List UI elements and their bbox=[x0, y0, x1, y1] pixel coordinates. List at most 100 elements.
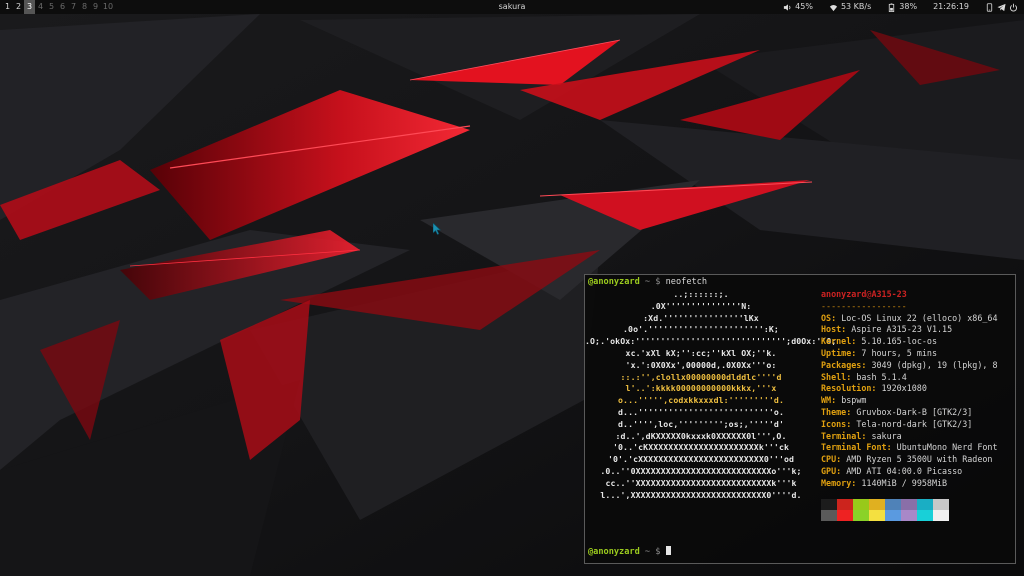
info-value: 7 hours, 5 mins bbox=[861, 348, 937, 358]
info-colon: : bbox=[831, 312, 842, 323]
info-row: Resolution: 1920x1080 bbox=[821, 383, 927, 393]
volume-icon[interactable] bbox=[783, 3, 792, 12]
info-key: Uptime bbox=[821, 348, 852, 358]
workspace-10[interactable]: 10 bbox=[101, 0, 115, 14]
header-user: anonyzard bbox=[821, 289, 867, 299]
info-value: AMD ATI 04:00.0 Picasso bbox=[846, 466, 963, 476]
palette-swatch bbox=[853, 499, 869, 510]
info-row: OS: Loc-OS Linux 22 (elloco) x86_64 bbox=[821, 313, 998, 323]
system-tray: 45% 53 KB/s 38% 21:26:19 bbox=[783, 0, 1018, 14]
info-row: Icons: Tela-nord-dark [GTK2/3] bbox=[821, 419, 972, 429]
palette-swatch bbox=[885, 499, 901, 510]
info-colon: : bbox=[851, 477, 862, 488]
network-speed: 53 KB/s bbox=[840, 2, 872, 11]
battery-icon[interactable] bbox=[887, 2, 896, 12]
info-key: Host bbox=[821, 324, 842, 335]
prompt-user: @anonyzard bbox=[588, 547, 640, 557]
workspace-3[interactable]: 3 bbox=[24, 0, 35, 14]
palette-swatch bbox=[869, 499, 885, 510]
info-key: OS bbox=[821, 312, 832, 323]
info-row: CPU: AMD Ryzen 5 3500U with Radeon bbox=[821, 454, 992, 464]
info-key: Shell bbox=[821, 371, 847, 382]
info-key: Terminal bbox=[821, 430, 862, 441]
info-colon: : bbox=[846, 371, 857, 382]
info-value: sakura bbox=[871, 430, 902, 441]
info-value: Tela-nord-dark [GTK2/3] bbox=[856, 418, 973, 429]
workspace-7[interactable]: 7 bbox=[68, 0, 79, 14]
palette-swatch bbox=[917, 499, 933, 510]
active-prompt-line[interactable]: @anonyzard ~ $ bbox=[588, 546, 671, 557]
ascii-logo-line: ::.:'',clollx00000000dlddlc''''d bbox=[620, 371, 782, 382]
info-colon: : bbox=[851, 348, 862, 358]
palette-swatch bbox=[917, 510, 933, 521]
palette-swatch bbox=[901, 510, 917, 521]
ascii-logo-line: .O;.'okOx:''''''''''''''''''''''''''''''… bbox=[585, 336, 837, 347]
info-colon: : bbox=[871, 383, 882, 394]
palette-swatch bbox=[885, 510, 901, 521]
palette-swatch bbox=[837, 499, 853, 510]
info-colon: : bbox=[886, 442, 897, 453]
workspace-6[interactable]: 6 bbox=[57, 0, 68, 14]
info-value: 5.10.165-loc-os bbox=[861, 336, 937, 347]
info-header: anonyzard@A315-23 bbox=[821, 289, 907, 299]
ascii-logo-line: :Xd.''''''''''''''''lKx bbox=[643, 312, 759, 323]
workspace-5[interactable]: 5 bbox=[46, 0, 57, 14]
telegram-icon[interactable] bbox=[997, 3, 1006, 12]
info-colon: : bbox=[861, 359, 872, 370]
ascii-logo-line: :d..',dKXXXXX0kxxxk0XXXXXX0l''',O. bbox=[615, 430, 787, 441]
ascii-logo-line: .0..''0XXXXXXXXXXXXXXXXXXXXXXXXXXXo'''k; bbox=[600, 466, 802, 476]
phone-icon[interactable] bbox=[985, 2, 994, 12]
info-value: 3049 (dpkg), 19 (lpkg), 8 bbox=[871, 359, 998, 370]
info-key: Memory bbox=[821, 477, 852, 488]
info-value: bspwm bbox=[841, 395, 867, 406]
info-value: bash 5.1.4 bbox=[856, 371, 907, 382]
prompt-path: ~ $ bbox=[639, 547, 666, 557]
info-row: Memory: 1140MiB / 9958MiB bbox=[821, 478, 947, 488]
info-key: Icons bbox=[821, 418, 847, 429]
ascii-logo-line: '0..'cKXXXXXXXXXXXXXXXXXXXXXXk'''ck bbox=[612, 442, 790, 453]
palette-swatch bbox=[901, 499, 917, 510]
ascii-logo-line: d..'''',loc,''''''''';os;,'''''d' bbox=[618, 418, 784, 429]
volume-level: 45% bbox=[795, 2, 813, 11]
workspace-4[interactable]: 4 bbox=[35, 0, 46, 14]
ascii-logo-line: 'x.':0X0Xx',00000d,.0X0Xx'''o: bbox=[625, 359, 777, 370]
info-row: Uptime: 7 hours, 5 mins bbox=[821, 348, 937, 358]
terminal-window[interactable]: @anonyzard ~ $ neofetch ..;::::::;. .0X''… bbox=[584, 274, 1016, 564]
ascii-logo-line: o...''''',codxkkxxxdl:'''''''''d. bbox=[618, 395, 784, 406]
info-row: Host: Aspire A315-23 V1.15 bbox=[821, 324, 952, 334]
info-colon: : bbox=[846, 407, 857, 417]
info-row: WM: bspwm bbox=[821, 395, 866, 405]
palette-swatch bbox=[869, 510, 885, 521]
clock: 21:26:19 bbox=[933, 2, 969, 11]
palette-swatch bbox=[933, 510, 949, 521]
ascii-logo-line: '0'.'cXXXXXXXXXXXXXXXXXXXXXXXXX0'''od bbox=[607, 454, 795, 465]
power-icon[interactable] bbox=[1009, 3, 1018, 12]
info-key: Terminal Font bbox=[821, 442, 887, 453]
workspace-8[interactable]: 8 bbox=[79, 0, 90, 14]
info-row: Terminal Font: UbuntuMono Nerd Font bbox=[821, 442, 998, 452]
wifi-icon[interactable] bbox=[829, 3, 838, 12]
info-row: GPU: AMD ATI 04:00.0 Picasso bbox=[821, 466, 962, 476]
workspace-2[interactable]: 2 bbox=[13, 0, 24, 14]
workspace-9[interactable]: 9 bbox=[90, 0, 101, 14]
ascii-logo-line: ..;::::::;. bbox=[673, 289, 729, 299]
ascii-logo-line: .0o'.''''''''''''''''''''''':K; bbox=[623, 324, 779, 335]
prompt-user: @anonyzard bbox=[588, 277, 640, 287]
workspace-1[interactable]: 1 bbox=[2, 0, 13, 14]
ascii-logo-line: l'..':kkkk00000000000kkkx,'''x bbox=[625, 383, 777, 394]
info-colon: : bbox=[846, 418, 857, 429]
info-row: Kernel: 5.10.165-loc-os bbox=[821, 336, 937, 346]
info-key: Packages bbox=[821, 359, 862, 370]
info-row: Packages: 3049 (dpkg), 19 (lpkg), 8 bbox=[821, 360, 998, 370]
info-value: 1920x1080 bbox=[881, 383, 927, 394]
palette-swatch bbox=[821, 499, 837, 510]
info-key: Kernel bbox=[821, 336, 852, 347]
palette-swatch bbox=[821, 510, 837, 521]
battery-level: 38% bbox=[899, 2, 918, 11]
info-value: Gruvbox-Dark-B [GTK2/3] bbox=[856, 407, 973, 417]
info-colon: : bbox=[831, 395, 842, 406]
info-colon: : bbox=[836, 454, 847, 465]
palette-swatch bbox=[933, 499, 949, 510]
info-colon: : bbox=[841, 324, 852, 335]
info-colon: : bbox=[851, 336, 862, 347]
